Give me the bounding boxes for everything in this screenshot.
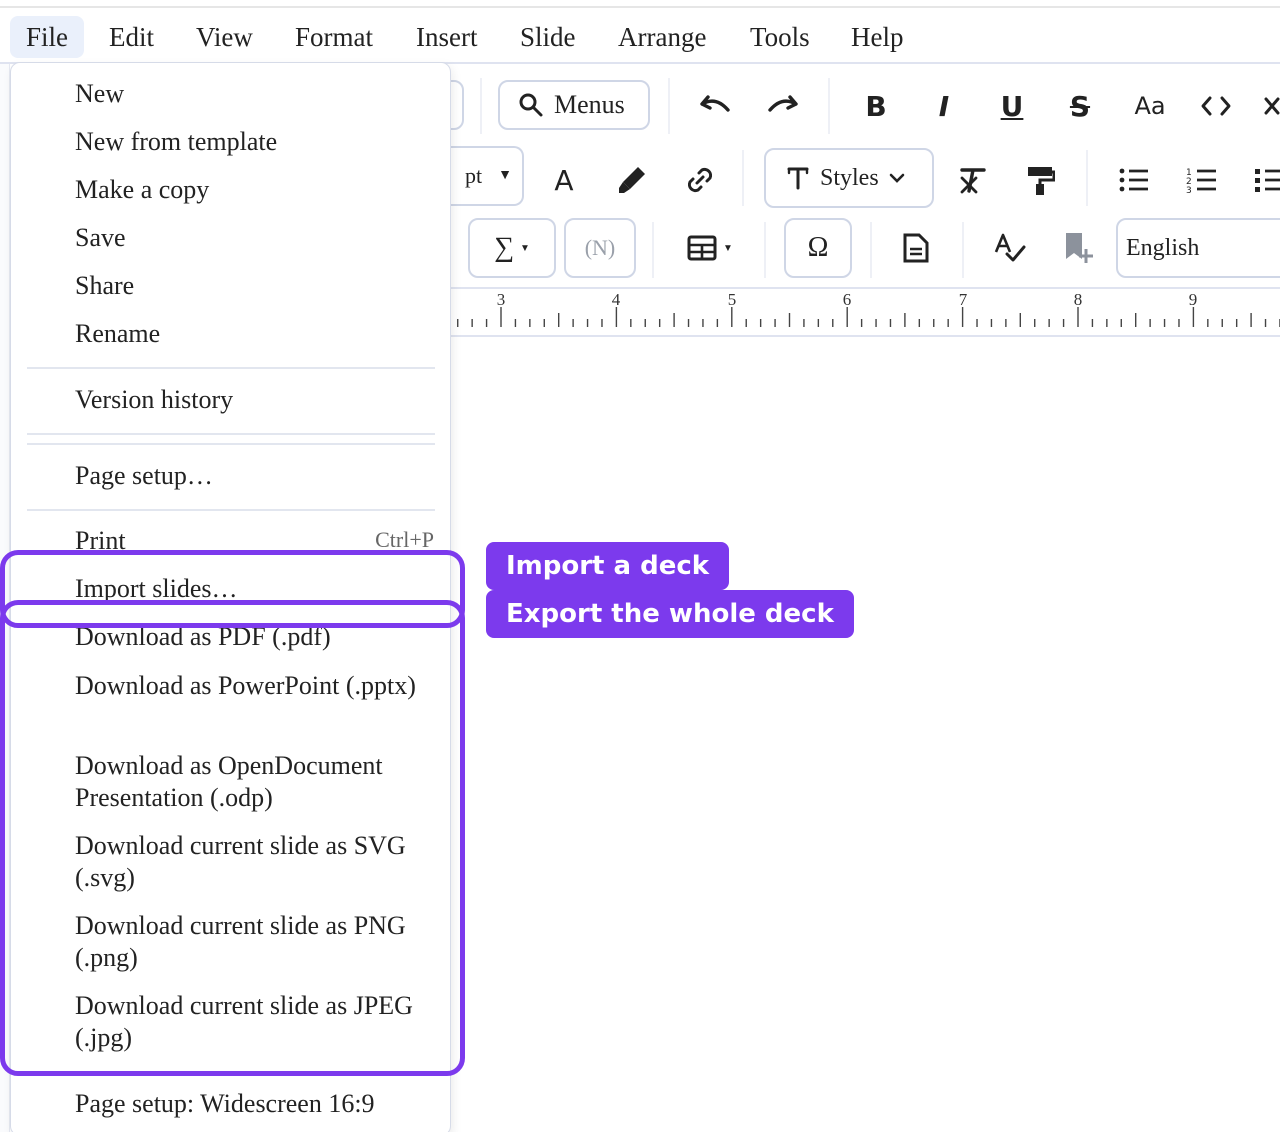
bold-icon[interactable]: B: [854, 84, 898, 128]
bulleted-list-icon[interactable]: [1112, 158, 1156, 202]
toolbar-separator: [480, 78, 482, 134]
chevron-down-icon: [889, 173, 904, 183]
menus-search-button[interactable]: Menus: [498, 80, 650, 130]
menu-item-page-setup-status[interactable]: Page setup: Widescreen 16:9: [75, 1088, 445, 1120]
menu-slide[interactable]: Slide: [504, 16, 592, 58]
menu-divider: [27, 433, 435, 435]
dropdown-caret-icon: ▼: [723, 242, 733, 254]
menu-file[interactable]: File: [10, 16, 85, 58]
menu-format[interactable]: Format: [279, 16, 389, 58]
menu-item-import-slides[interactable]: Import slides…: [75, 573, 445, 605]
table-icon: [687, 235, 717, 261]
menu-item-version-history[interactable]: Version history: [75, 384, 445, 416]
spellcheck-icon[interactable]: [988, 226, 1032, 270]
left-panel-strip: [0, 64, 10, 1132]
menu-item-download-pptx[interactable]: Download as PowerPoint (.pptx): [75, 670, 445, 702]
strikethrough-icon[interactable]: S: [1058, 84, 1102, 128]
menu-divider: [27, 443, 435, 445]
toolbar-separator: [652, 222, 654, 278]
numbered-list-icon[interactable]: 123: [1180, 158, 1224, 202]
toolbar-separator: [828, 78, 830, 134]
change-case-button[interactable]: Aa: [1126, 84, 1174, 128]
menu-item-download-svg[interactable]: Download current slide as SVG (.svg): [75, 830, 445, 894]
svg-text:3: 3: [1186, 186, 1192, 194]
toolbar-separator: [668, 78, 670, 134]
menu-help[interactable]: Help: [835, 16, 919, 58]
menu-item-save[interactable]: Save: [75, 222, 445, 254]
italic-icon[interactable]: I: [922, 84, 966, 128]
ruler-number: 5: [727, 290, 737, 309]
styles-dropdown[interactable]: Styles: [764, 148, 934, 208]
menu-item-share[interactable]: Share: [75, 270, 445, 302]
special-character-button[interactable]: Ω: [784, 218, 852, 278]
menu-view[interactable]: View: [180, 16, 269, 58]
language-input[interactable]: English: [1116, 218, 1280, 278]
styles-label: Styles: [820, 164, 879, 191]
undo-button[interactable]: [690, 84, 740, 128]
ruler-ticks: [457, 307, 1280, 327]
ruler-number: 6: [842, 290, 852, 309]
text-style-icon: [787, 167, 809, 190]
dropdown-caret-icon: ▼: [498, 168, 512, 183]
toolbar: Menus B I U S Aa pt ▼ A Styles 1 2 3 ∑ ▼…: [410, 64, 1280, 290]
print-shortcut: Ctrl+P: [375, 527, 434, 552]
checklist-icon[interactable]: [1254, 158, 1280, 202]
font-color-icon[interactable]: A: [542, 158, 586, 202]
ruler-number: 9: [1188, 290, 1198, 309]
toolbar-separator: [962, 222, 964, 278]
menus-label: Menus: [554, 90, 625, 119]
menu-item-new-from-template[interactable]: New from template: [75, 126, 445, 158]
highlight-icon[interactable]: [610, 158, 654, 202]
insert-table-button[interactable]: ▼: [678, 226, 742, 270]
file-menu-dropdown: New New from template Make a copy Save S…: [10, 62, 451, 1132]
sum-icon: ∑: [494, 232, 515, 263]
ruler-number: 8: [1073, 290, 1083, 309]
insert-field-button[interactable]: (N): [564, 218, 636, 278]
ruler-number: 7: [958, 290, 968, 309]
toolbar-separator: [742, 150, 744, 206]
menu-item-download-png[interactable]: Download current slide as PNG (.png): [75, 910, 445, 974]
menu-divider: [27, 367, 435, 369]
menu-edit[interactable]: Edit: [93, 16, 170, 58]
menu-item-new[interactable]: New: [75, 78, 445, 110]
redo-button[interactable]: [758, 84, 808, 128]
dropdown-caret-icon: ▼: [520, 242, 530, 254]
add-bookmark-icon[interactable]: [1056, 226, 1100, 270]
search-icon: [519, 93, 543, 117]
menu-item-download-pdf[interactable]: Download as PDF (.pdf): [75, 621, 445, 653]
font-size-value: pt: [465, 163, 483, 188]
link-icon[interactable]: [678, 158, 722, 202]
undo-icon: [700, 95, 730, 112]
menu-tools[interactable]: Tools: [734, 16, 826, 58]
import-callout: Import a deck: [486, 542, 730, 590]
more-toolbar-icon[interactable]: [1262, 84, 1280, 128]
menu-item-rename[interactable]: Rename: [75, 318, 445, 350]
redo-icon: [768, 95, 798, 112]
document-icon[interactable]: [894, 226, 938, 270]
menu-item-download-odp[interactable]: Download as OpenDocument Presentation (.…: [75, 750, 445, 814]
insert-formula-button[interactable]: ∑ ▼: [468, 218, 556, 278]
ruler-number: 3: [496, 290, 506, 309]
clear-formatting-icon[interactable]: [950, 158, 994, 202]
underline-icon[interactable]: U: [990, 84, 1034, 128]
menu-item-download-jpg[interactable]: Download current slide as JPEG (.jpg): [75, 990, 445, 1054]
ruler: 3 4 5 6 7 8 9: [450, 287, 1280, 337]
menu-item-make-a-copy[interactable]: Make a copy: [75, 174, 445, 206]
toolbar-separator: [1086, 150, 1088, 206]
code-icon[interactable]: [1194, 84, 1238, 128]
menu-divider: [27, 509, 435, 511]
menu-arrange[interactable]: Arrange: [602, 16, 722, 58]
menubar: File Edit View Format Insert Slide Arran…: [0, 6, 1280, 64]
ruler-number: 4: [611, 290, 621, 309]
toolbar-separator: [764, 222, 766, 278]
paint-format-icon[interactable]: [1018, 158, 1062, 202]
menu-item-page-setup[interactable]: Page setup…: [75, 460, 445, 492]
export-callout: Export the whole deck: [486, 590, 854, 638]
toolbar-separator: [870, 222, 872, 278]
menu-insert[interactable]: Insert: [400, 16, 493, 58]
